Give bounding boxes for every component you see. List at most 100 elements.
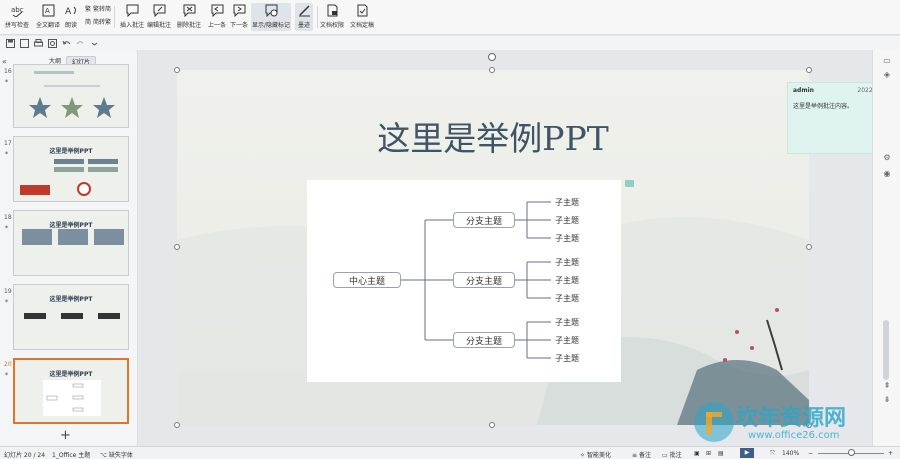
- ink-button[interactable]: 墨迹: [295, 3, 313, 31]
- slide-number: 18: [4, 214, 12, 221]
- sub-topic[interactable]: 子主题: [555, 335, 579, 346]
- sub-topic[interactable]: 子主题: [555, 353, 579, 364]
- print-icon[interactable]: [34, 38, 43, 48]
- branch-topic[interactable]: 分支主题: [453, 272, 515, 288]
- add-slide-button[interactable]: +: [60, 428, 71, 443]
- slideshow-play-icon[interactable]: ▶: [740, 448, 754, 458]
- to-simplified-button[interactable]: 繁繁转简: [85, 4, 111, 13]
- sub-topic[interactable]: 子主题: [555, 317, 579, 328]
- edit-comment-button[interactable]: 编辑批注: [147, 3, 171, 31]
- branch-topic[interactable]: 分支主题: [453, 212, 515, 228]
- comment-text[interactable]: 这里是举例批注内容。: [793, 101, 853, 110]
- svg-text:abc: abc: [11, 6, 24, 14]
- document-check-icon: [355, 3, 369, 17]
- export-icon[interactable]: [20, 38, 29, 48]
- sub-topic[interactable]: 子主题: [555, 197, 579, 208]
- slide-number: 16: [4, 68, 12, 75]
- zoom-in-icon[interactable]: +: [888, 450, 893, 457]
- read-aloud-button[interactable]: A 朗读: [63, 3, 79, 31]
- markup-icon: [264, 3, 278, 17]
- sub-topic[interactable]: 子主题: [555, 215, 579, 226]
- ribbon-divider: [114, 6, 115, 28]
- redo-icon[interactable]: [76, 39, 85, 48]
- slide-thumbnail-19[interactable]: 这里是举例PPT: [13, 284, 129, 350]
- slide-thumbnail-17[interactable]: 这里是举例PPT: [13, 136, 129, 202]
- slide-thumbnail-18[interactable]: 这里是举例PPT: [13, 210, 129, 276]
- zoom-out-icon[interactable]: −: [808, 450, 813, 457]
- undo-icon[interactable]: [62, 39, 71, 48]
- to-traditional-button[interactable]: 简简转繁: [85, 17, 111, 26]
- comment-edit-icon: [152, 3, 166, 17]
- full-translate-button[interactable]: A 全文翻译: [34, 3, 62, 31]
- resize-handle[interactable]: [489, 67, 495, 73]
- branch-topic[interactable]: 分支主题: [453, 332, 515, 348]
- spell-check-icon: abc: [10, 3, 24, 17]
- traditional-icon: 简: [85, 19, 92, 26]
- sub-topic[interactable]: 子主题: [555, 233, 579, 244]
- slides-panel: « 大纲 幻灯片 16 ✶ 17 ✶ 这里是举例PPT 18 ✶ 这里是举例PP…: [0, 50, 138, 446]
- settings-icon[interactable]: ⚙: [882, 152, 892, 162]
- prev-slide-icon[interactable]: ⇞: [882, 380, 892, 390]
- shape-icon[interactable]: ◈: [882, 69, 892, 79]
- slide-title[interactable]: 这里是举例PPT: [177, 112, 809, 160]
- current-slide[interactable]: 这里是举例PPT 中心主题 分支主题 分支主题 分支主题 子主题 子主题 子主题…: [177, 70, 809, 425]
- scrollbar[interactable]: [883, 320, 889, 380]
- svg-text:A: A: [65, 7, 72, 17]
- zoom-level[interactable]: 140%: [782, 450, 799, 457]
- insert-comment-button[interactable]: 插入批注: [120, 3, 144, 31]
- comment-add-icon: [125, 3, 139, 17]
- slide-16-graphics: [29, 71, 115, 118]
- save-icon[interactable]: [6, 38, 15, 48]
- resize-handle[interactable]: [174, 244, 180, 250]
- missing-font-button[interactable]: ⌥ 缺失字体: [100, 450, 133, 459]
- smart-beautify-button[interactable]: ✧ 智能美化: [580, 450, 611, 459]
- comments-button[interactable]: ▭ 批注: [662, 450, 682, 459]
- sub-topic[interactable]: 子主题: [555, 257, 579, 268]
- slide-count: 幻灯片 20 / 24: [4, 452, 46, 459]
- next-comment-button[interactable]: 下一条: [229, 3, 249, 31]
- comment-next-icon: [232, 3, 246, 17]
- resize-handle[interactable]: [806, 67, 812, 73]
- theme-name[interactable]: 1_Office 主题: [52, 450, 90, 459]
- fit-icon[interactable]: ⤧: [770, 450, 775, 458]
- notes-button[interactable]: ≡ 备注: [632, 450, 651, 459]
- animation-star-icon: ✶: [4, 298, 10, 305]
- status-bar: 幻灯片 20 / 24 1_Office 主题 ⌥ 缺失字体 ✧ 智能美化 ≡ …: [0, 446, 900, 459]
- resize-handle[interactable]: [806, 244, 812, 250]
- reading-view-icon[interactable]: ▤: [718, 450, 724, 457]
- resize-handle[interactable]: [489, 422, 495, 428]
- comment-delete-icon: [182, 3, 196, 17]
- delete-comment-button[interactable]: 删除批注: [174, 3, 204, 31]
- slide-thumbnail-16[interactable]: [13, 64, 129, 128]
- rotate-handle-icon[interactable]: [488, 53, 496, 61]
- prev-comment-button[interactable]: 上一条: [207, 3, 227, 31]
- comment-author: admin: [793, 87, 814, 94]
- sub-topic[interactable]: 子主题: [555, 293, 579, 304]
- convert-stack: 繁繁转简 简简转繁: [85, 4, 111, 26]
- sorter-view-icon[interactable]: ⊞: [706, 450, 711, 457]
- comment-marker-icon[interactable]: [625, 180, 634, 187]
- translate-icon: A: [41, 3, 55, 17]
- animation-star-icon: ✶: [4, 150, 10, 157]
- location-icon[interactable]: ◉: [882, 168, 892, 178]
- show-hide-markup-button[interactable]: 显示/隐藏标记: [251, 3, 291, 31]
- slide-thumbnail-20[interactable]: 这里是举例PPT: [13, 358, 129, 424]
- doc-finalize-button[interactable]: 文档定稿: [348, 3, 376, 31]
- slide-19-graphics: [24, 313, 120, 319]
- resize-handle[interactable]: [174, 422, 180, 428]
- document-lock-icon: [325, 3, 339, 17]
- mind-map[interactable]: 中心主题 分支主题 分支主题 分支主题 子主题 子主题 子主题 子主题 子主题 …: [307, 180, 621, 382]
- review-ribbon: abc 拼写检查 A 全文翻译 A 朗读 繁繁转简 简简转繁 插入批注 编辑批注…: [0, 0, 900, 35]
- customize-icon[interactable]: [90, 39, 99, 48]
- watermark: 坎年资源网 www.office26.com: [690, 394, 900, 446]
- resize-handle[interactable]: [174, 67, 180, 73]
- zoom-slider-thumb[interactable]: [848, 449, 855, 456]
- print-preview-icon[interactable]: [48, 38, 57, 48]
- doc-permission-button[interactable]: 文档权限: [320, 3, 344, 31]
- sub-topic[interactable]: 子主题: [555, 275, 579, 286]
- spell-check-button[interactable]: abc 拼写检查: [4, 3, 30, 31]
- pin-icon[interactable]: ▭: [882, 55, 892, 65]
- center-topic[interactable]: 中心主题: [333, 272, 401, 288]
- slide-number: 19: [4, 288, 12, 295]
- normal-view-icon[interactable]: ▣: [694, 450, 700, 457]
